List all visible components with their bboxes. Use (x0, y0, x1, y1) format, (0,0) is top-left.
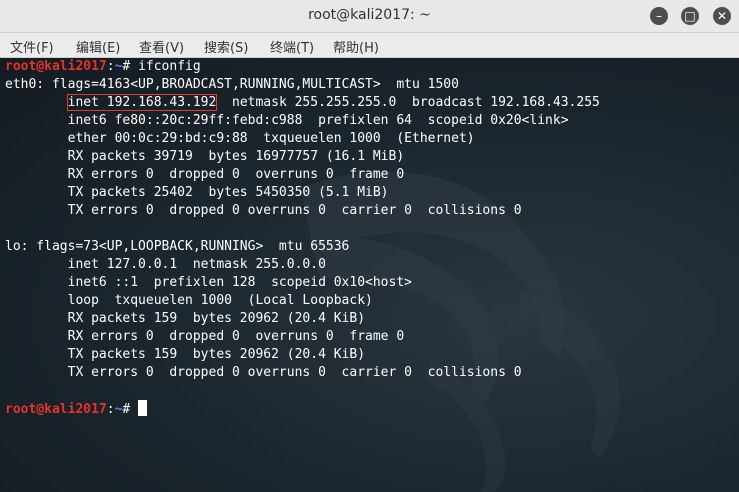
command-text: ifconfig (138, 59, 201, 74)
output-line: RX errors 0 dropped 0 overruns 0 frame 0 (5, 329, 405, 344)
output-line: TX packets 25402 bytes 5450350 (5.1 MiB) (5, 185, 389, 200)
prompt-user-host: root@kali2017 (5, 59, 107, 74)
menu-edit[interactable]: 编辑(E) (76, 37, 120, 56)
window-title: root@kali2017: ~ (308, 7, 431, 23)
menu-terminal[interactable]: 终端(T) (270, 37, 314, 56)
output-line: RX packets 159 bytes 20962 (20.4 KiB) (5, 311, 366, 326)
menu-help[interactable]: 帮助(H) (333, 37, 379, 56)
output-line: lo: flags=73<UP,LOOPBACK,RUNNING> mtu 65… (5, 239, 350, 254)
menu-search[interactable]: 搜索(S) (204, 37, 248, 56)
prompt-line: root@kali2017:~# (5, 400, 600, 418)
output-line: inet6 fe80::20c:29ff:febd:c988 prefixlen… (5, 113, 569, 128)
output-line: ether 00:0c:29:bd:c9:88 txqueuelen 1000 … (5, 131, 475, 146)
output-line: eth0: flags=4163<UP,BROADCAST,RUNNING,MU… (5, 77, 459, 92)
output-line: TX errors 0 dropped 0 overruns 0 carrier… (5, 203, 522, 218)
menu-view[interactable]: 查看(V) (139, 37, 184, 56)
text-cursor (138, 400, 148, 416)
title-bar[interactable]: root@kali2017: ~ – □ ✕ (0, 0, 739, 33)
terminal-output: root@kali2017:~# ifconfig eth0: flags=41… (5, 58, 600, 418)
prompt-line: root@kali2017:~# ifconfig (5, 59, 201, 74)
maximize-button[interactable]: □ (681, 7, 699, 25)
output-line: loop txqueuelen 1000 (Local Loopback) (5, 293, 373, 308)
output-line: inet 127.0.0.1 netmask 255.0.0.0 (5, 257, 326, 272)
close-button[interactable]: ✕ (713, 7, 731, 25)
output-line: inet6 ::1 prefixlen 128 scopeid 0x10<hos… (5, 275, 412, 290)
output-line: RX errors 0 dropped 0 overruns 0 frame 0 (5, 167, 405, 182)
output-line: RX packets 39719 bytes 16977757 (16.1 Mi… (5, 149, 405, 164)
menu-bar: 文件(F) 编辑(E) 查看(V) 搜索(S) 终端(T) 帮助(H) (0, 33, 739, 58)
output-line: TX errors 0 dropped 0 overruns 0 carrier… (5, 365, 522, 380)
menu-file[interactable]: 文件(F) (10, 37, 54, 56)
minimize-button[interactable]: – (650, 7, 668, 25)
prompt-user-host: root@kali2017 (5, 402, 107, 417)
terminal-area[interactable]: root@kali2017:~# ifconfig eth0: flags=41… (0, 58, 739, 492)
terminal-window: root@kali2017: ~ – □ ✕ 文件(F) 编辑(E) 查看(V)… (0, 0, 739, 492)
highlighted-ip-address: inet 192.168.43.192 (66, 94, 218, 111)
output-line: TX packets 159 bytes 20962 (20.4 KiB) (5, 347, 366, 362)
output-line-inet: inet 192.168.43.192 netmask 255.255.255.… (66, 94, 600, 111)
